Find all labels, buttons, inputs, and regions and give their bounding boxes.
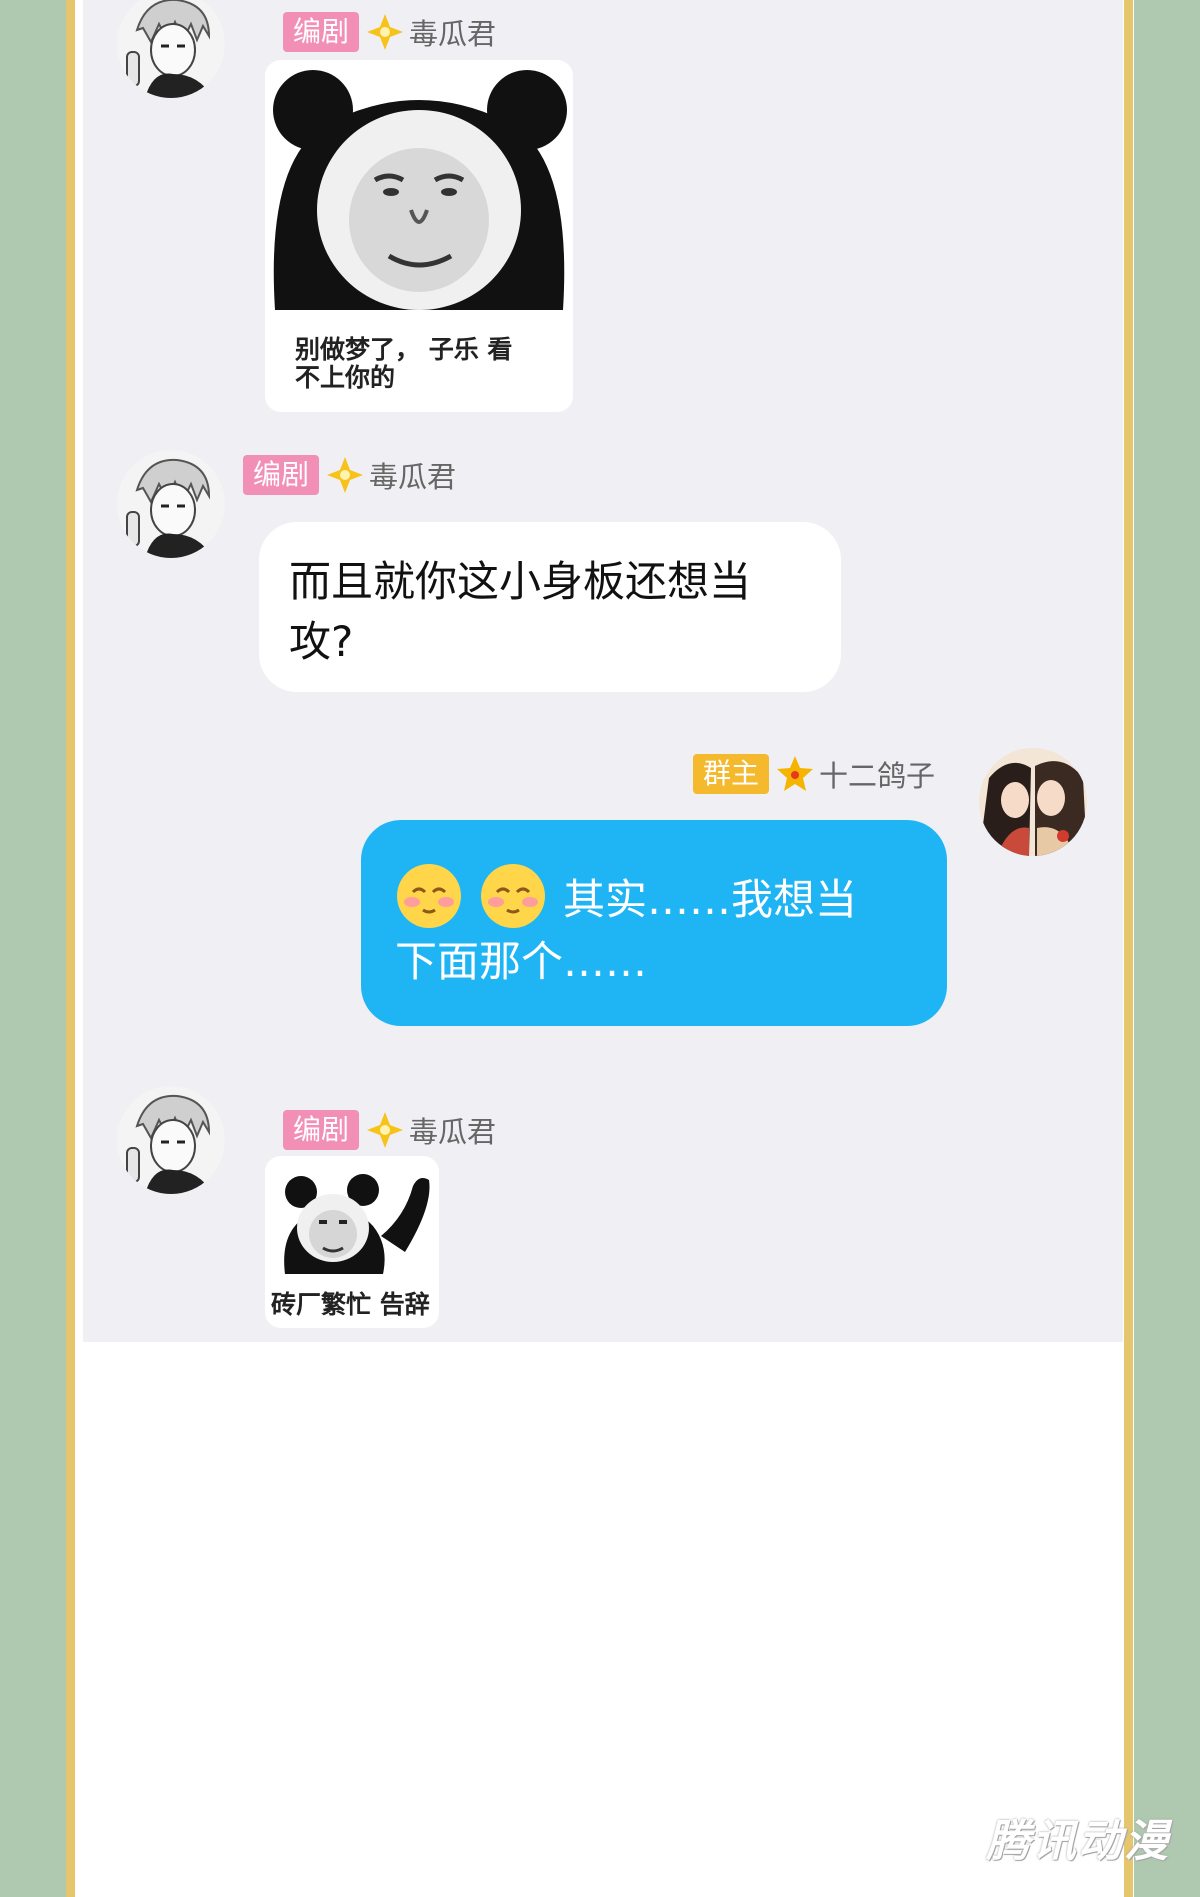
- role-badge: 编剧: [243, 455, 320, 495]
- star-icon: [777, 756, 814, 791]
- sticker-caption-line1: 砖厂繁忙 告辞: [271, 1290, 430, 1319]
- sender-avatar[interactable]: [117, 1086, 225, 1194]
- watermark-logo: 腾讯动漫: [986, 1816, 1170, 1867]
- manga-boy-avatar-icon: [117, 0, 225, 98]
- panda-face-sticker[interactable]: 别做梦了， 子乐 看 不上你的: [265, 60, 573, 412]
- sender-avatar[interactable]: [117, 0, 225, 98]
- panda-waving-sticker[interactable]: 砖厂繁忙 告辞: [265, 1156, 439, 1328]
- message-bubble[interactable]: 而且就你这小身板还想当 攻?: [259, 522, 841, 692]
- sender-name-row: 编剧 毒瓜君: [243, 455, 456, 495]
- blush-emoji-icon: [397, 864, 461, 928]
- role-badge: 编剧: [283, 1110, 360, 1150]
- left-gold-border: [66, 0, 75, 1897]
- sticker-caption-line2: 不上你的: [295, 363, 396, 392]
- message-text-line2: 攻?: [289, 617, 354, 666]
- sender-avatar[interactable]: [117, 450, 225, 558]
- sender-name-row: 编剧 毒瓜君: [283, 1110, 496, 1150]
- couple-illustration-avatar-icon: [979, 748, 1087, 856]
- chat-area[interactable]: 编剧 毒瓜君 别做梦了， 子乐 看 不上你的 编剧 毒瓜君 而且就你这小身板还想…: [83, 0, 1123, 1342]
- diamond-star-icon: [367, 1112, 404, 1148]
- manga-boy-avatar-icon: [117, 450, 225, 558]
- sender-name: 毒瓜君: [409, 1115, 497, 1149]
- right-gold-border: [1124, 0, 1133, 1897]
- sender-name: 毒瓜君: [409, 17, 497, 51]
- panda-face-icon: [265, 60, 573, 320]
- blush-emoji-icon: [481, 864, 545, 928]
- role-badge: 编剧: [283, 12, 360, 52]
- message-bubble-self[interactable]: 其实……我想当 下面那个……: [361, 820, 947, 1026]
- manga-boy-avatar-icon: [117, 1086, 225, 1194]
- message-text-line1: 而且就你这小身板还想当: [289, 557, 752, 606]
- panda-waving-icon: [265, 1156, 439, 1286]
- sender-name: 毒瓜君: [369, 460, 457, 494]
- diamond-star-icon: [327, 457, 364, 493]
- sender-name-row: 群主 十二鸽子: [693, 754, 935, 794]
- diamond-star-icon: [367, 14, 404, 50]
- role-badge: 群主: [693, 754, 770, 794]
- message-text-line1: 其实……我想当: [563, 875, 858, 924]
- sticker-caption-line1: 别做梦了， 子乐 看: [295, 335, 513, 364]
- sender-name: 十二鸽子: [819, 759, 936, 793]
- sender-name-row: 编剧 毒瓜君: [283, 12, 496, 52]
- sender-avatar[interactable]: [979, 748, 1087, 856]
- message-text-line2: 下面那个……: [395, 937, 648, 986]
